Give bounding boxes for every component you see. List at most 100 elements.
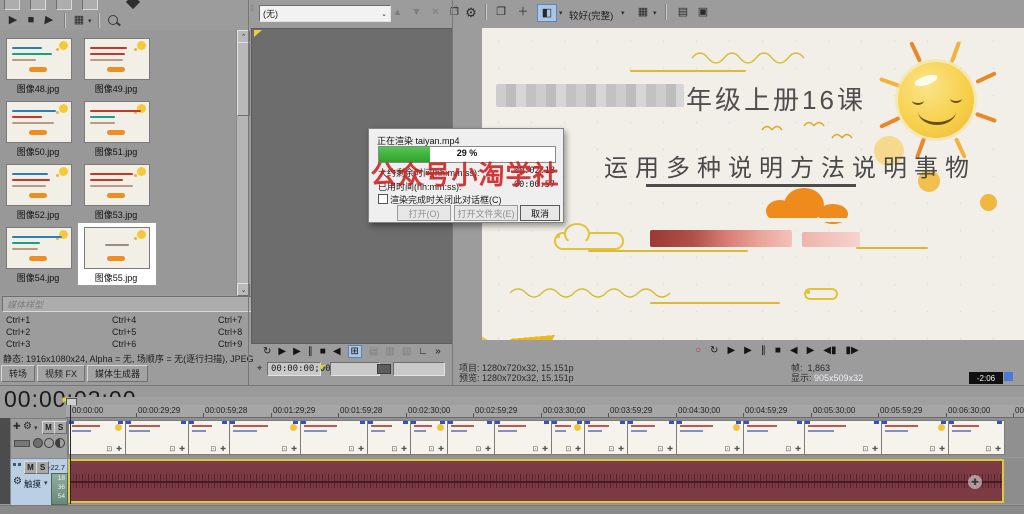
media-thumbnail[interactable] — [84, 38, 150, 80]
trimmer-timecode-field[interactable]: 00:00:00;00 — [267, 362, 331, 376]
event-pan-crop-icons[interactable]: ⊡ ✚ — [281, 445, 298, 453]
media-thumbnail[interactable] — [84, 164, 150, 206]
event-pan-crop-icons[interactable]: ⊡ ✚ — [532, 445, 549, 453]
stop-preview-icon[interactable]: ■ — [24, 14, 38, 27]
pause-icon[interactable]: ∥ — [308, 346, 313, 357]
event-pan-crop-icons[interactable]: ⊡ ✚ — [929, 445, 946, 453]
loop-playback-icon[interactable]: ↻ — [263, 346, 271, 357]
clipped-icon[interactable] — [82, 0, 98, 10]
media-thumbnail[interactable] — [6, 164, 72, 206]
event-pan-crop-icons[interactable]: ⊡ ✚ — [608, 445, 625, 453]
video-event-clip[interactable]: ⊡ ✚ — [676, 420, 744, 455]
event-pan-crop-icons[interactable]: ⊡ ✚ — [169, 445, 186, 453]
open-button[interactable]: 打开(O) — [397, 205, 451, 221]
clipped-icon[interactable] — [4, 0, 20, 10]
trimmer-marker-flag[interactable] — [254, 30, 262, 37]
stop-icon[interactable]: ■ — [775, 345, 781, 356]
marker-flag-icon[interactable] — [319, 364, 327, 371]
playhead-line[interactable] — [70, 405, 71, 504]
dock-tab-媒体生成器[interactable]: 媒体生成器 — [87, 365, 149, 382]
video-event-clip[interactable]: ⊡ ✚ — [494, 420, 552, 455]
media-search-field[interactable]: 媒体样型 — [2, 296, 252, 312]
save-markers-icon[interactable]: ▤ — [369, 346, 378, 357]
clipped-icon[interactable] — [30, 0, 46, 10]
trimmer-preset-dropdown[interactable]: (无) ⌄ — [259, 5, 391, 22]
go-to-start-icon[interactable]: ◀ — [790, 345, 798, 356]
video-event-clip[interactable]: ⊡ ✚ — [584, 420, 628, 455]
quality-dropdown-icon-2[interactable]: ▾ — [621, 9, 625, 17]
trimmer-length-field[interactable] — [393, 362, 445, 376]
event-pan-crop-icons[interactable]: ⊡ ✚ — [428, 445, 445, 453]
play-from-start-icon[interactable]: ▶ — [727, 345, 735, 356]
grid-dropdown-icon[interactable]: ▾ — [653, 9, 657, 17]
external-monitor-icon[interactable]: ❐ — [493, 4, 509, 20]
properties-gear-icon[interactable]: ⚙ — [463, 4, 479, 20]
event-pan-crop-icons[interactable]: ⊡ ✚ — [985, 445, 1002, 453]
play-from-start-icon[interactable]: ▶ — [278, 346, 286, 357]
event-pan-crop-icons[interactable]: ⊡ ✚ — [862, 445, 879, 453]
go-to-start-icon[interactable]: ◀ — [333, 346, 341, 357]
video-event-clip[interactable]: ⊡ ✚ — [300, 420, 368, 455]
open-media-icon[interactable]: ▥ — [385, 346, 394, 357]
media-thumbnail[interactable] — [6, 38, 72, 80]
video-event-clip[interactable]: ⊡ ✚ — [551, 420, 585, 455]
grid-overlay-icon[interactable]: ▦ — [635, 4, 651, 20]
event-pan-crop-icons[interactable]: ⊡ ✚ — [475, 445, 492, 453]
event-pan-crop-icons[interactable]: ⊡ ✚ — [724, 445, 741, 453]
video-event-clip[interactable]: ⊡ ✚ — [881, 420, 949, 455]
preview-quality-label[interactable]: 较好(完整) — [569, 8, 613, 22]
video-event-clip[interactable]: ⊡ ✚ — [743, 420, 805, 455]
audio-only-icon[interactable]: ∟ — [418, 346, 428, 357]
play-icon[interactable]: ▶ — [744, 345, 752, 356]
video-event-clip[interactable]: ⊡ ✚ — [125, 420, 189, 455]
clipped-icon[interactable] — [125, 0, 141, 10]
save-snapshot-icon[interactable]: ▣ — [695, 4, 711, 20]
media-thumbnail[interactable] — [6, 101, 72, 143]
pin-icon[interactable]: ⌖ — [257, 364, 262, 373]
event-pan-crop-icons[interactable]: ⊡ ✚ — [565, 445, 582, 453]
preview-quality-icon[interactable]: ◧ — [537, 4, 557, 22]
event-pan-crop-icons[interactable]: ⊡ ✚ — [391, 445, 408, 453]
copy-snapshot-icon[interactable]: ▤ — [675, 4, 691, 20]
trimmer-selection-field[interactable] — [330, 362, 380, 376]
video-event-clip[interactable]: ⊡ ✚ — [410, 420, 448, 455]
mixer-icon[interactable]: ▧ — [402, 346, 411, 357]
split-screen-icon[interactable]: ＋ — [515, 4, 531, 20]
views-icon[interactable]: ▦ — [72, 14, 86, 27]
panel-grip[interactable]: ⁞ — [455, 4, 461, 24]
event-pan-crop-icons[interactable]: ⊡ ✚ — [348, 445, 365, 453]
event-pan-crop-icons[interactable]: ⊡ ✚ — [210, 445, 227, 453]
video-event-clip[interactable]: ⊡ ✚ — [68, 420, 126, 455]
panel-grip[interactable]: ⁞ — [251, 4, 257, 24]
overflow-icon[interactable]: » — [435, 346, 441, 357]
go-to-end-icon[interactable]: ▶ — [807, 345, 815, 356]
sort-down-icon[interactable]: ▼ — [410, 6, 423, 19]
open-folder-button[interactable]: 打开文件夹(E) — [454, 205, 518, 221]
pause-icon[interactable]: ∥ — [761, 345, 766, 356]
add-to-timeline-icon[interactable]: ⊞ — [347, 345, 362, 358]
loop-icon[interactable]: ↻ — [710, 345, 718, 356]
record-icon[interactable]: ○ — [695, 345, 701, 356]
media-thumbnail[interactable] — [84, 227, 150, 269]
quality-dropdown-icon[interactable]: ▾ — [559, 9, 563, 17]
clipped-icon[interactable] — [56, 0, 72, 10]
media-thumbnail[interactable] — [84, 101, 150, 143]
video-event-clip[interactable]: ⊡ ✚ — [229, 420, 301, 455]
video-event-clip[interactable]: ⊡ ✚ — [447, 420, 495, 455]
stop-icon[interactable]: ■ — [320, 346, 326, 357]
auto-preview-icon[interactable]: ▶ — [41, 14, 57, 27]
event-pan-crop-icons[interactable]: ⊡ ✚ — [657, 445, 674, 453]
event-pan-crop-icons[interactable]: ⊡ ✚ — [106, 445, 123, 453]
sort-up-icon[interactable]: ▲ — [391, 6, 404, 19]
media-thumbnail[interactable] — [6, 227, 72, 269]
dock-tab-视频 FX[interactable]: 视频 FX — [37, 365, 86, 382]
video-event-clip[interactable]: ⊡ ✚ — [367, 420, 411, 455]
video-event-clip[interactable]: ⊡ ✚ — [627, 420, 677, 455]
timeline-ruler[interactable]: 00:00:00 00:00:29;29 00:00:59;28 00:01:29;2… — [66, 405, 1024, 418]
video-event-clip[interactable]: ⊡ ✚ — [948, 420, 1005, 455]
dock-tab-转场[interactable]: 转场 — [1, 365, 36, 382]
event-pan-crop-icons[interactable]: ⊡ ✚ — [785, 445, 802, 453]
video-event-clip[interactable]: ⊡ ✚ — [804, 420, 882, 455]
audio-event-clip[interactable]: ✚ — [68, 459, 1004, 503]
views-dropdown-icon[interactable]: ▾ — [88, 17, 92, 25]
